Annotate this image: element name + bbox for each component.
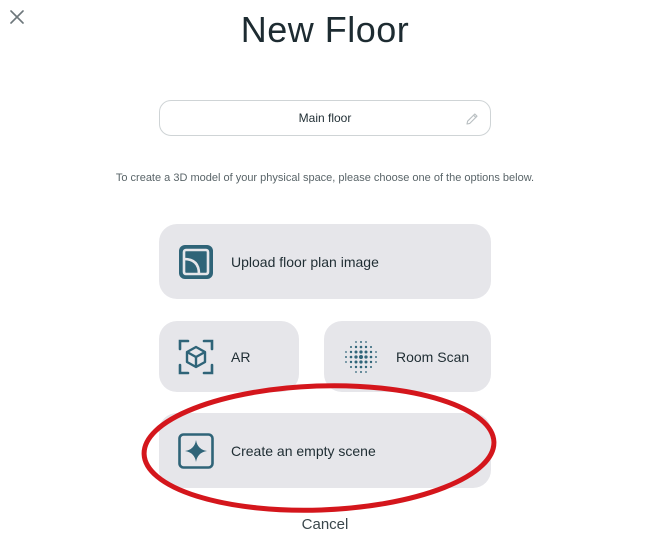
- create-empty-scene-button[interactable]: Create an empty scene: [159, 413, 491, 488]
- dialog-title: New Floor: [240, 9, 410, 50]
- sparkle-icon: [177, 432, 215, 470]
- cancel-button[interactable]: Cancel: [0, 516, 650, 533]
- create-empty-scene-label: Create an empty scene: [231, 442, 376, 459]
- ar-button[interactable]: AR: [159, 321, 299, 392]
- upload-floor-plan-button[interactable]: Upload floor plan image: [159, 224, 491, 299]
- floor-name-input[interactable]: [160, 101, 490, 135]
- ar-cube-icon: [177, 338, 215, 376]
- floor-name-field[interactable]: [159, 100, 491, 136]
- new-floor-dialog: New Floor To create a 3D model of your p…: [0, 0, 650, 544]
- ar-label: AR: [231, 348, 251, 365]
- dot-grid-scan-icon: [342, 338, 380, 376]
- upload-floor-plan-label: Upload floor plan image: [231, 253, 379, 270]
- room-scan-button[interactable]: Room Scan: [324, 321, 491, 392]
- pencil-icon[interactable]: [464, 111, 480, 127]
- room-scan-label: Room Scan: [396, 348, 470, 365]
- instruction-text: To create a 3D model of your physical sp…: [115, 172, 535, 184]
- floor-plan-icon: [177, 243, 215, 281]
